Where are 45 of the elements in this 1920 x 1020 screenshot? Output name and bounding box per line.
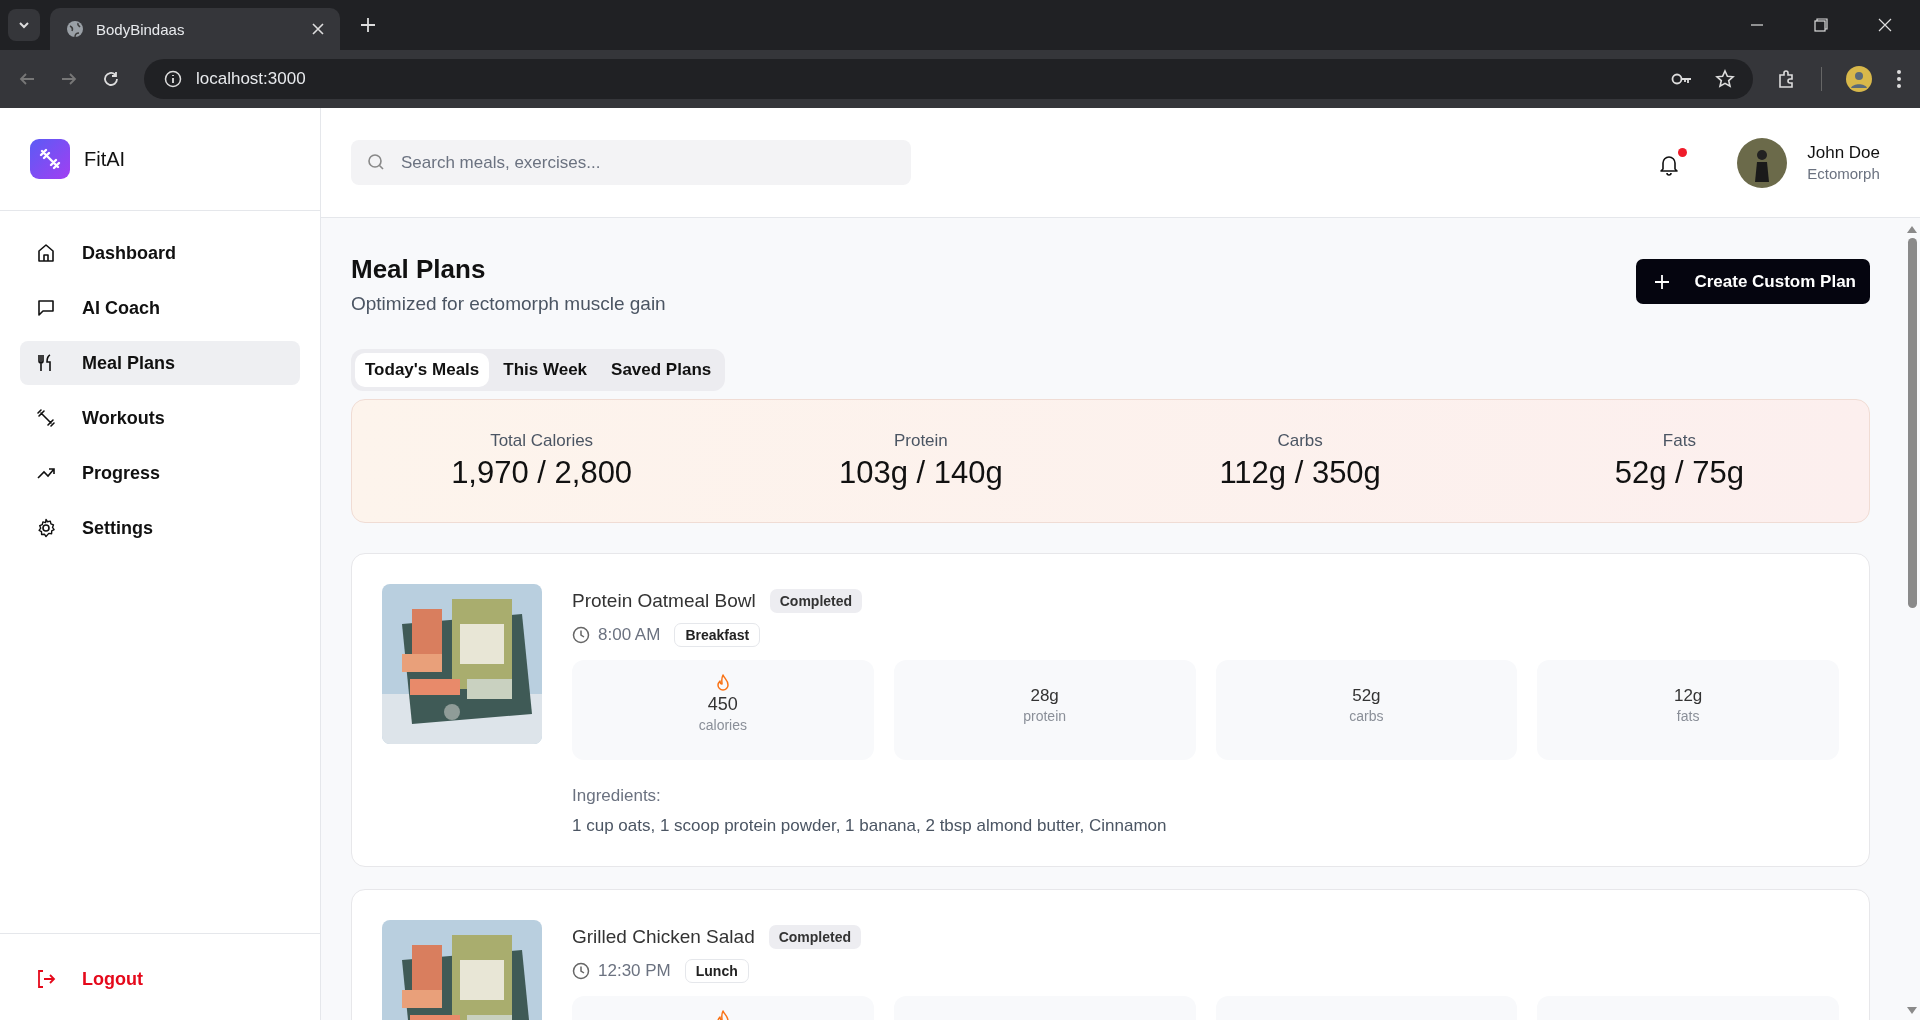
stat-value: 112g / 350g — [1219, 455, 1381, 491]
sidebar-item[interactable]: Meal Plans — [20, 341, 300, 385]
app-name: FitAI — [84, 147, 126, 171]
macro-value: 52g — [1352, 686, 1381, 706]
user-body-type: Ectomorph — [1807, 165, 1880, 182]
macro-value: 450 — [707, 694, 738, 715]
stat-label: Total Calories — [490, 431, 594, 451]
status-badge: Completed — [768, 925, 862, 949]
meal-type-tag: Breakfast — [674, 623, 761, 647]
tab[interactable]: Saved Plans — [601, 353, 722, 387]
meal-time: 8:00 AM — [598, 625, 661, 645]
macro-label: calories — [698, 717, 747, 733]
stat-label: Protein — [893, 431, 948, 451]
logout-button[interactable]: Logout — [20, 964, 159, 994]
macro-label: carbs — [1349, 708, 1384, 724]
user-name: John Doe — [1807, 143, 1880, 163]
address-bar[interactable]: localhost:3000 — [144, 59, 1753, 99]
sidebar-item[interactable]: Workouts — [20, 396, 300, 440]
macro-value: 28g — [1030, 686, 1059, 706]
create-custom-plan-button[interactable]: Create Custom Plan — [1636, 259, 1870, 304]
stat-label: Carbs — [1277, 431, 1323, 451]
sidebar-item[interactable]: AI Coach — [20, 286, 300, 330]
stat-value: 52g / 75g — [1614, 455, 1744, 491]
meal-name: Protein Oatmeal Bowl — [572, 590, 756, 612]
page-title: Meal Plans — [351, 254, 487, 285]
status-badge: Completed — [769, 589, 863, 613]
macro-label: protein — [1023, 708, 1067, 724]
stat-value: 1,970 / 2,800 — [451, 455, 633, 491]
tab[interactable]: Today's Meals — [355, 353, 490, 387]
stat-value: 103g / 140g — [839, 455, 1003, 491]
browser-tab[interactable]: BodyBindaas — [50, 8, 340, 50]
stat-label: Fats — [1662, 431, 1696, 451]
sidebar-item[interactable]: Settings — [20, 506, 300, 550]
sidebar-item[interactable]: Dashboard — [20, 231, 300, 275]
search-field[interactable]: Search meals, exercises... — [351, 140, 911, 185]
meal-type-tag: Lunch — [684, 959, 749, 983]
meal-time: 12:30 PM — [598, 961, 671, 981]
ingredients-text: 1 cup oats, 1 scoop protein powder, 1 banana, 2 tbsp almond butter, Cinnamon — [572, 816, 1168, 836]
sidebar-item[interactable]: Progress — [20, 451, 300, 495]
meal-name: Grilled Chicken Salad — [572, 926, 755, 948]
macro-label: fats — [1676, 708, 1700, 724]
page-subtitle: Optimized for ectomorph muscle gain — [351, 293, 666, 315]
macro-value: 12g — [1673, 686, 1703, 706]
tab[interactable]: This Week — [493, 353, 598, 387]
ingredients-label: Ingredients: — [572, 786, 662, 806]
